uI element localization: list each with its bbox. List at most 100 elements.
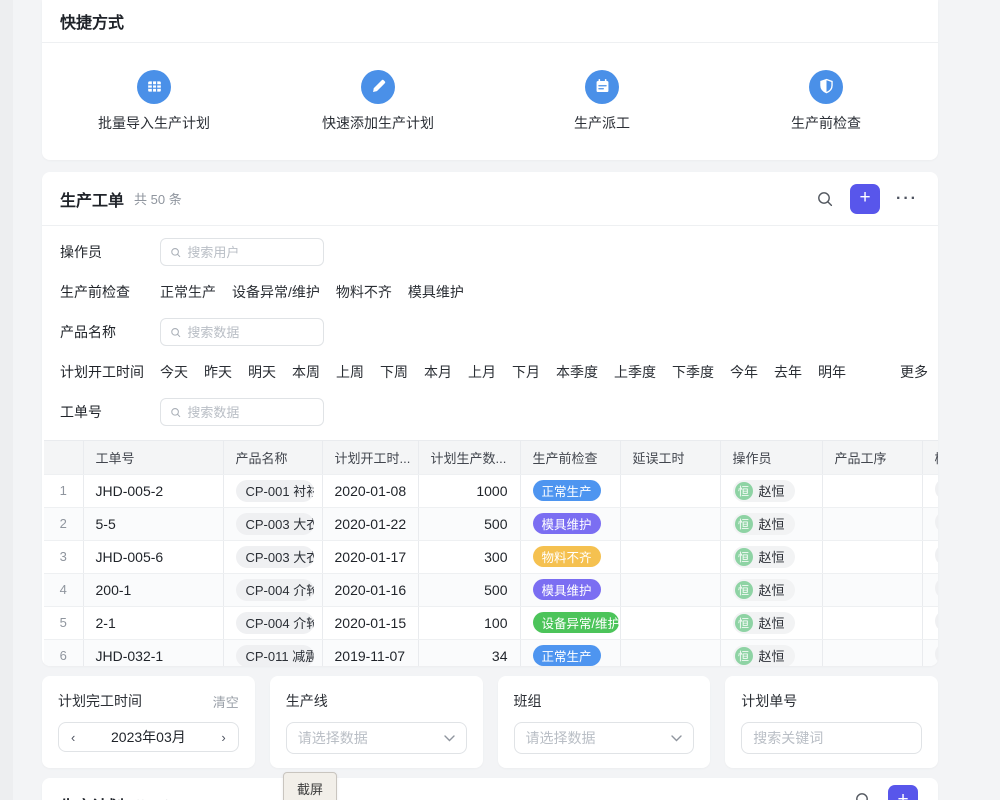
cell-status: 模具维护 [520, 573, 620, 606]
filter-row-pre-check: 生产前检查 正常生产 设备异常/维护 物料不齐 模具维护 [42, 272, 938, 312]
cell-delay [620, 507, 720, 540]
col-clipped[interactable]: 模具 [922, 441, 938, 474]
avatar: 恒 [735, 581, 753, 599]
filter-row-plan-start: 计划开工时间 今天 昨天 明天 本周 上周 下周 本月 上月 下月 本季度 上季… [42, 352, 938, 392]
chevron-down-icon [671, 735, 682, 742]
cell-start-date: 2020-01-15 [322, 606, 418, 639]
card-label: 计划完工时间 [58, 691, 142, 711]
col-status[interactable]: 生产前检查 [520, 441, 620, 474]
col-operator[interactable]: 操作员 [720, 441, 822, 474]
search-icon[interactable] [816, 190, 834, 208]
status-badge: 模具维护 [533, 579, 601, 600]
month-value: 2023年03月 [111, 727, 186, 747]
time-option[interactable]: 昨天 [204, 362, 232, 382]
col-qty[interactable]: 计划生产数... [418, 441, 520, 474]
cell-status: 设备异常/维护 [520, 606, 620, 639]
production-plan-panel: 生产计划 共 0 条 + [42, 778, 938, 800]
plan-no-input[interactable] [741, 722, 922, 754]
cell-order-no: 200-1 [83, 573, 223, 606]
product-tag: CP-004 介轮 [236, 612, 314, 634]
shortcut-pre-check[interactable]: 生产前检查 [714, 70, 938, 133]
cell-operator: 恒 赵恒 [720, 540, 822, 573]
shortcut-dispatch[interactable]: 生产派工 [490, 70, 714, 133]
product-tag: CP-004 介轮 [236, 579, 314, 601]
add-button[interactable]: + [850, 184, 880, 214]
col-order-no[interactable]: 工单号 [83, 441, 223, 474]
avatar: 恒 [735, 548, 753, 566]
row-index: 1 [44, 474, 83, 507]
time-option[interactable]: 今天 [160, 362, 188, 382]
production-line-select[interactable]: 请选择数据 [286, 722, 467, 754]
work-orders-title: 生产工单 [60, 187, 124, 211]
cell-process [822, 639, 922, 666]
table-row[interactable]: 1 JHD-005-2 CP-001 衬衫 2020-01-08 1000 正常… [44, 474, 938, 507]
operator-chip: 恒 赵恒 [733, 645, 795, 667]
shortcut-batch-import[interactable]: 批量导入生产计划 [42, 70, 266, 133]
table-row[interactable]: 6 JHD-032-1 CP-011 减震器 2019-11-07 34 正常生… [44, 639, 938, 666]
add-button[interactable]: + [888, 785, 918, 800]
more-time-options[interactable]: 更多 [900, 362, 928, 382]
time-option[interactable]: 本季度 [556, 362, 598, 382]
product-name-search-input[interactable] [160, 318, 324, 346]
time-option[interactable]: 本月 [424, 362, 452, 382]
time-option[interactable]: 上月 [468, 362, 496, 382]
cell-product: CP-004 介轮 [223, 606, 322, 639]
production-plan-count: 共 0 条 [134, 796, 174, 800]
col-delay[interactable]: 延误工时 [620, 441, 720, 474]
filter-label: 计划开工时间 [60, 362, 160, 382]
filter-option[interactable]: 正常生产 [160, 282, 216, 302]
table-row[interactable]: 5 2-1 CP-004 介轮 2020-01-15 100 设备异常/维护 恒… [44, 606, 938, 639]
status-badge: 正常生产 [533, 480, 601, 501]
time-option[interactable]: 下月 [512, 362, 540, 382]
more-menu-button[interactable]: ··· [896, 190, 918, 208]
team-select[interactable]: 请选择数据 [514, 722, 695, 754]
filter-option[interactable]: 物料不齐 [336, 282, 392, 302]
search-icon[interactable] [854, 791, 872, 800]
product-tag: CP-011 减震器 [236, 645, 314, 667]
work-orders-panel: 生产工单 共 50 条 + ··· 操作员 [42, 172, 938, 666]
operator-chip: 恒 赵恒 [733, 612, 795, 634]
time-option[interactable]: 下季度 [672, 362, 714, 382]
cell-operator: 恒 赵恒 [720, 474, 822, 507]
shortcuts-panel: 快捷方式 批量导入生产计划 快速添加生产计划 [42, 0, 938, 160]
table-row[interactable]: 3 JHD-005-6 CP-003 大衣 2020-01-17 300 物料不… [44, 540, 938, 573]
cell-delay [620, 540, 720, 573]
time-option[interactable]: 上周 [336, 362, 364, 382]
cell-status: 物料不齐 [520, 540, 620, 573]
table-row[interactable]: 2 5-5 CP-003 大衣 2020-01-22 500 模具维护 恒 赵恒 [44, 507, 938, 540]
month-stepper[interactable]: ‹ 2023年03月 › [58, 722, 239, 752]
screenshot-tooltip[interactable]: 截屏 [283, 772, 337, 800]
cell-delay [620, 639, 720, 666]
filter-label: 工单号 [60, 402, 160, 422]
cell-clipped [922, 606, 938, 639]
work-orders-count: 共 50 条 [134, 189, 182, 208]
plan-no-card: 计划单号 [725, 676, 938, 768]
col-process[interactable]: 产品工序 [822, 441, 922, 474]
status-badge: 模具维护 [533, 513, 601, 534]
time-option[interactable]: 上季度 [614, 362, 656, 382]
time-option[interactable]: 明天 [248, 362, 276, 382]
filter-option[interactable]: 模具维护 [408, 282, 464, 302]
shield-icon [809, 70, 843, 104]
shortcut-label: 生产前检查 [791, 113, 861, 133]
time-option[interactable]: 去年 [774, 362, 802, 382]
filter-row-product-name: 产品名称 [42, 312, 938, 352]
time-option[interactable]: 明年 [818, 362, 846, 382]
chevron-right-icon[interactable]: › [221, 730, 225, 745]
time-option[interactable]: 本周 [292, 362, 320, 382]
clipped-tag [935, 643, 939, 665]
operator-search-input[interactable] [160, 238, 324, 266]
col-product[interactable]: 产品名称 [223, 441, 322, 474]
pencil-icon [361, 70, 395, 104]
cell-qty: 34 [418, 639, 520, 666]
time-option[interactable]: 今年 [730, 362, 758, 382]
table-row[interactable]: 4 200-1 CP-004 介轮 2020-01-16 500 模具维护 恒 … [44, 573, 938, 606]
time-option[interactable]: 下周 [380, 362, 408, 382]
chevron-left-icon[interactable]: ‹ [71, 730, 75, 745]
shortcut-quick-add[interactable]: 快速添加生产计划 [266, 70, 490, 133]
filter-option[interactable]: 设备异常/维护 [232, 282, 320, 302]
order-no-search-input[interactable] [160, 398, 324, 426]
clear-button[interactable]: 清空 [213, 692, 239, 711]
col-start-date[interactable]: 计划开工时... [322, 441, 418, 474]
cell-start-date: 2020-01-22 [322, 507, 418, 540]
